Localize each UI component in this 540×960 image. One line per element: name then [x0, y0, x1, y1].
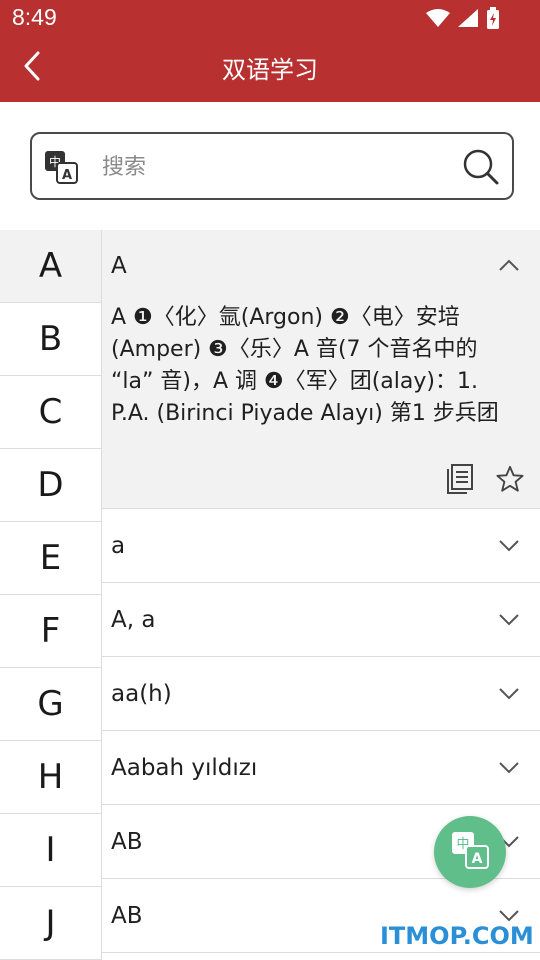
entry-header[interactable]: Aabah yıldızı	[102, 731, 540, 804]
chevron-down-icon[interactable]	[498, 757, 520, 777]
star-icon[interactable]	[496, 464, 524, 494]
entry-header[interactable]: A, a	[102, 583, 540, 656]
translate-fab-button[interactable]: 中 A	[434, 816, 506, 888]
entry-headword: A, a	[111, 606, 156, 633]
entry-headword: AB	[111, 828, 143, 855]
entry-header[interactable]: A	[102, 230, 540, 302]
entry-definition: A ❶〈化〉氩(Argon) ❷〈电〉安培(Amper) ❸〈乐〉A 音(7 个…	[111, 305, 499, 426]
entry-headword: AB	[111, 902, 143, 929]
index-item-a[interactable]: A	[0, 230, 101, 303]
svg-text:A: A	[472, 851, 483, 867]
search-box[interactable]: 中 A	[30, 132, 514, 200]
search-icon[interactable]	[462, 148, 500, 186]
entry-header[interactable]: a	[102, 509, 540, 582]
watermark: ITMOP.COM	[380, 922, 534, 950]
search-input[interactable]	[102, 150, 442, 184]
index-item-d[interactable]: D	[0, 449, 101, 522]
status-time: 8:49	[12, 4, 57, 30]
wifi-icon	[426, 9, 450, 27]
document-icon[interactable]	[446, 464, 474, 494]
alphabet-index: A B C D E F G H I J	[0, 230, 102, 960]
search-section: 中 A	[0, 102, 540, 230]
status-icons	[426, 7, 500, 29]
entry-headword: a	[111, 532, 126, 559]
entry-headword: aa(h)	[111, 680, 172, 707]
index-item-j[interactable]: J	[0, 887, 101, 960]
list-item[interactable]: a	[102, 509, 540, 583]
index-item-b[interactable]: B	[0, 303, 101, 376]
status-bar: 8:49	[0, 0, 540, 36]
signal-icon	[458, 9, 478, 27]
list-item[interactable]: aa(h)	[102, 657, 540, 731]
entry-actions	[446, 464, 524, 494]
list-item: A A ❶〈化〉氩(Argon) ❷〈电〉安培(Amper) ❸〈乐〉A 音(7…	[102, 230, 540, 509]
translate-icon: 中 A	[450, 830, 490, 874]
index-item-i[interactable]: I	[0, 814, 101, 887]
entry-headword: A	[111, 253, 127, 279]
index-item-h[interactable]: H	[0, 741, 101, 814]
chevron-down-icon[interactable]	[498, 609, 520, 629]
list-item[interactable]: A, a	[102, 583, 540, 657]
chevron-up-icon[interactable]	[498, 256, 520, 276]
battery-icon	[486, 7, 500, 29]
app-bar: 双语学习	[0, 36, 540, 102]
index-item-e[interactable]: E	[0, 522, 101, 595]
index-item-g[interactable]: G	[0, 668, 101, 741]
translate-icon[interactable]: 中 A	[44, 150, 78, 184]
svg-text:A: A	[62, 168, 72, 183]
entry-headword: Aabah yıldızı	[111, 754, 258, 781]
chevron-down-icon[interactable]	[498, 535, 520, 555]
chevron-down-icon[interactable]	[498, 683, 520, 703]
index-item-c[interactable]: C	[0, 376, 101, 449]
page-title: 双语学习	[222, 56, 318, 84]
entry-header[interactable]: aa(h)	[102, 657, 540, 730]
top-bar: 8:49 双语学习	[0, 0, 540, 102]
list-item[interactable]: Aabah yıldızı	[102, 731, 540, 805]
index-item-f[interactable]: F	[0, 595, 101, 668]
